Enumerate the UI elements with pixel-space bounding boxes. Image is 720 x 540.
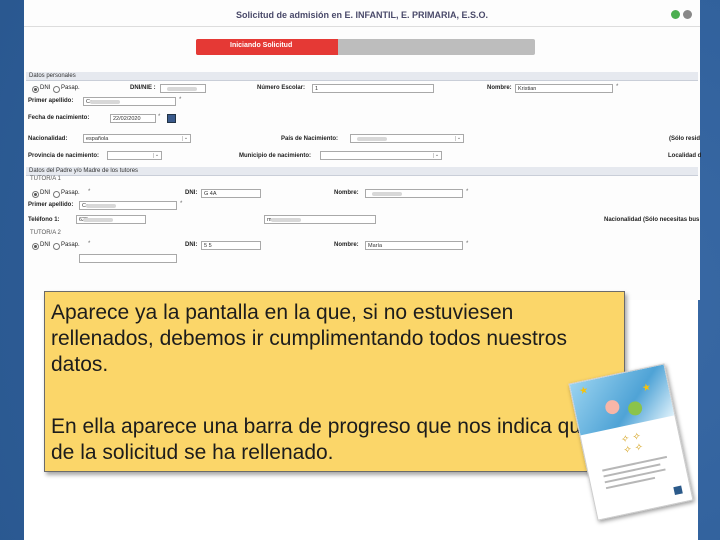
label-dni-nie: DNI/NIE : xyxy=(130,85,156,91)
nacionalidad-select[interactable]: española ⌄ xyxy=(83,134,191,143)
radio-t2-pasap[interactable] xyxy=(53,243,60,250)
label-primer-apellido: Primer apellido: xyxy=(28,98,74,104)
required-mark: * xyxy=(179,97,182,103)
required-mark: * xyxy=(88,241,91,247)
label-tutora-1: TUTOR/A 1 xyxy=(30,176,61,182)
label-provincia-nacimiento: Provincia de nacimiento: xyxy=(28,153,100,159)
pais-nacimiento-select[interactable]: ⌄ xyxy=(350,134,464,143)
callout-paragraph-1: Aparece ya la pantalla en la que, si no … xyxy=(51,301,567,376)
dni-nie-input[interactable] xyxy=(160,84,206,93)
form-title: Solicitud de admisión en E. INFANTIL, E.… xyxy=(235,10,489,20)
t1-correo-input[interactable]: m xyxy=(264,215,376,224)
title-icons xyxy=(671,10,692,19)
label-pasap: Pasap. xyxy=(61,85,80,91)
label-localidad: Localidad d xyxy=(668,153,702,159)
dropdown-arrow-icon: ⌄ xyxy=(455,135,462,141)
fecha-nacimiento-input[interactable]: 22/02/2020 xyxy=(110,114,156,123)
section-padres-tutores: Datos del Padre y/o Madre de los tutores xyxy=(26,167,698,176)
label-t2-dni-short: DNI: xyxy=(185,242,198,248)
numero-escolar-input[interactable]: 1 xyxy=(312,84,434,93)
star-icon: ★ xyxy=(641,381,653,395)
nacionalidad-value: española xyxy=(86,136,109,142)
label-dni: DNI xyxy=(40,85,51,91)
label-tutora-2: TUTOR/A 2 xyxy=(30,230,61,236)
dropdown-arrow-icon: ⌄ xyxy=(182,135,189,141)
explanation-callout: Aparece ya la pantalla en la que, si no … xyxy=(44,291,646,472)
star-icon: ★ xyxy=(578,384,590,398)
radio-t1-pasap[interactable] xyxy=(53,191,60,198)
divider xyxy=(24,26,700,27)
t1-primer-apellido-input[interactable]: Ca xyxy=(79,201,177,210)
progress-bar: Iniciando Solicitud xyxy=(196,39,535,55)
radio-dni[interactable] xyxy=(32,86,39,93)
radio-pasap[interactable] xyxy=(53,86,60,93)
t2-primer-apellido-input[interactable] xyxy=(79,254,177,263)
label-solo-resid: (Sólo resid xyxy=(669,136,701,142)
required-mark: * xyxy=(466,241,469,247)
label-nacionalidad-tutor: Nacionalidad (Sólo necesitas bus xyxy=(604,217,700,223)
callout-paragraph-2: En ella aparece una barra de progreso qu… xyxy=(51,415,647,464)
label-t1-nombre: Nombre: xyxy=(334,190,359,196)
progress-label: Iniciando Solicitud xyxy=(230,42,293,49)
label-nacionalidad: Nacionalidad: xyxy=(28,136,68,142)
required-mark: * xyxy=(88,189,91,195)
t1-nombre-input[interactable] xyxy=(365,189,463,198)
admission-form: Solicitud de admisión en E. INFANTIL, E.… xyxy=(24,0,702,300)
label-t1-dni-short: DNI: xyxy=(185,190,198,196)
required-mark: * xyxy=(158,114,161,120)
label-fecha-nacimiento: Fecha de nacimiento: xyxy=(28,115,90,121)
required-mark: * xyxy=(466,189,469,195)
label-pais-nacimiento: País de Nacimiento: xyxy=(281,136,339,142)
label-t2-nombre: Nombre: xyxy=(334,242,359,248)
label-nombre: Nombre: xyxy=(487,85,512,91)
radio-t2-dni[interactable] xyxy=(32,243,39,250)
primer-apellido-input[interactable]: Ca xyxy=(83,97,176,106)
poster-logo-icon xyxy=(673,485,683,496)
radio-t1-dni[interactable] xyxy=(32,191,39,198)
settings-icon[interactable] xyxy=(683,10,692,19)
provincia-nacimiento-select[interactable]: ⌄ xyxy=(107,151,162,160)
label-t1-primer-apellido: Primer apellido: xyxy=(28,202,74,208)
label-municipio-nacimiento: Municipio de nacimiento: xyxy=(239,153,312,159)
label-numero-escolar: Número Escolar: xyxy=(257,85,306,91)
label-t1-telefono: Teléfono 1: xyxy=(28,217,60,223)
t2-nombre-input[interactable]: María xyxy=(365,241,463,250)
label-t2-dni: DNI xyxy=(40,242,51,248)
label-t1-pasap: Pasap. xyxy=(61,190,80,196)
section-datos-personales: Datos personales xyxy=(26,72,698,81)
dropdown-arrow-icon: ⌄ xyxy=(153,152,160,158)
dropdown-arrow-icon: ⌄ xyxy=(433,152,440,158)
municipio-nacimiento-select[interactable]: ⌄ xyxy=(320,151,442,160)
required-mark: * xyxy=(616,84,619,90)
nombre-input[interactable]: Kristian xyxy=(515,84,613,93)
check-icon[interactable] xyxy=(671,10,680,19)
label-t2-pasap: Pasap. xyxy=(61,242,80,248)
calendar-icon[interactable] xyxy=(167,114,176,123)
t1-telefono-input[interactable]: 625 xyxy=(76,215,146,224)
required-mark: * xyxy=(180,201,183,207)
label-t1-dni: DNI xyxy=(40,190,51,196)
t1-dni-input[interactable]: G 4A xyxy=(201,189,261,198)
t2-dni-input[interactable]: 5 5 xyxy=(201,241,261,250)
